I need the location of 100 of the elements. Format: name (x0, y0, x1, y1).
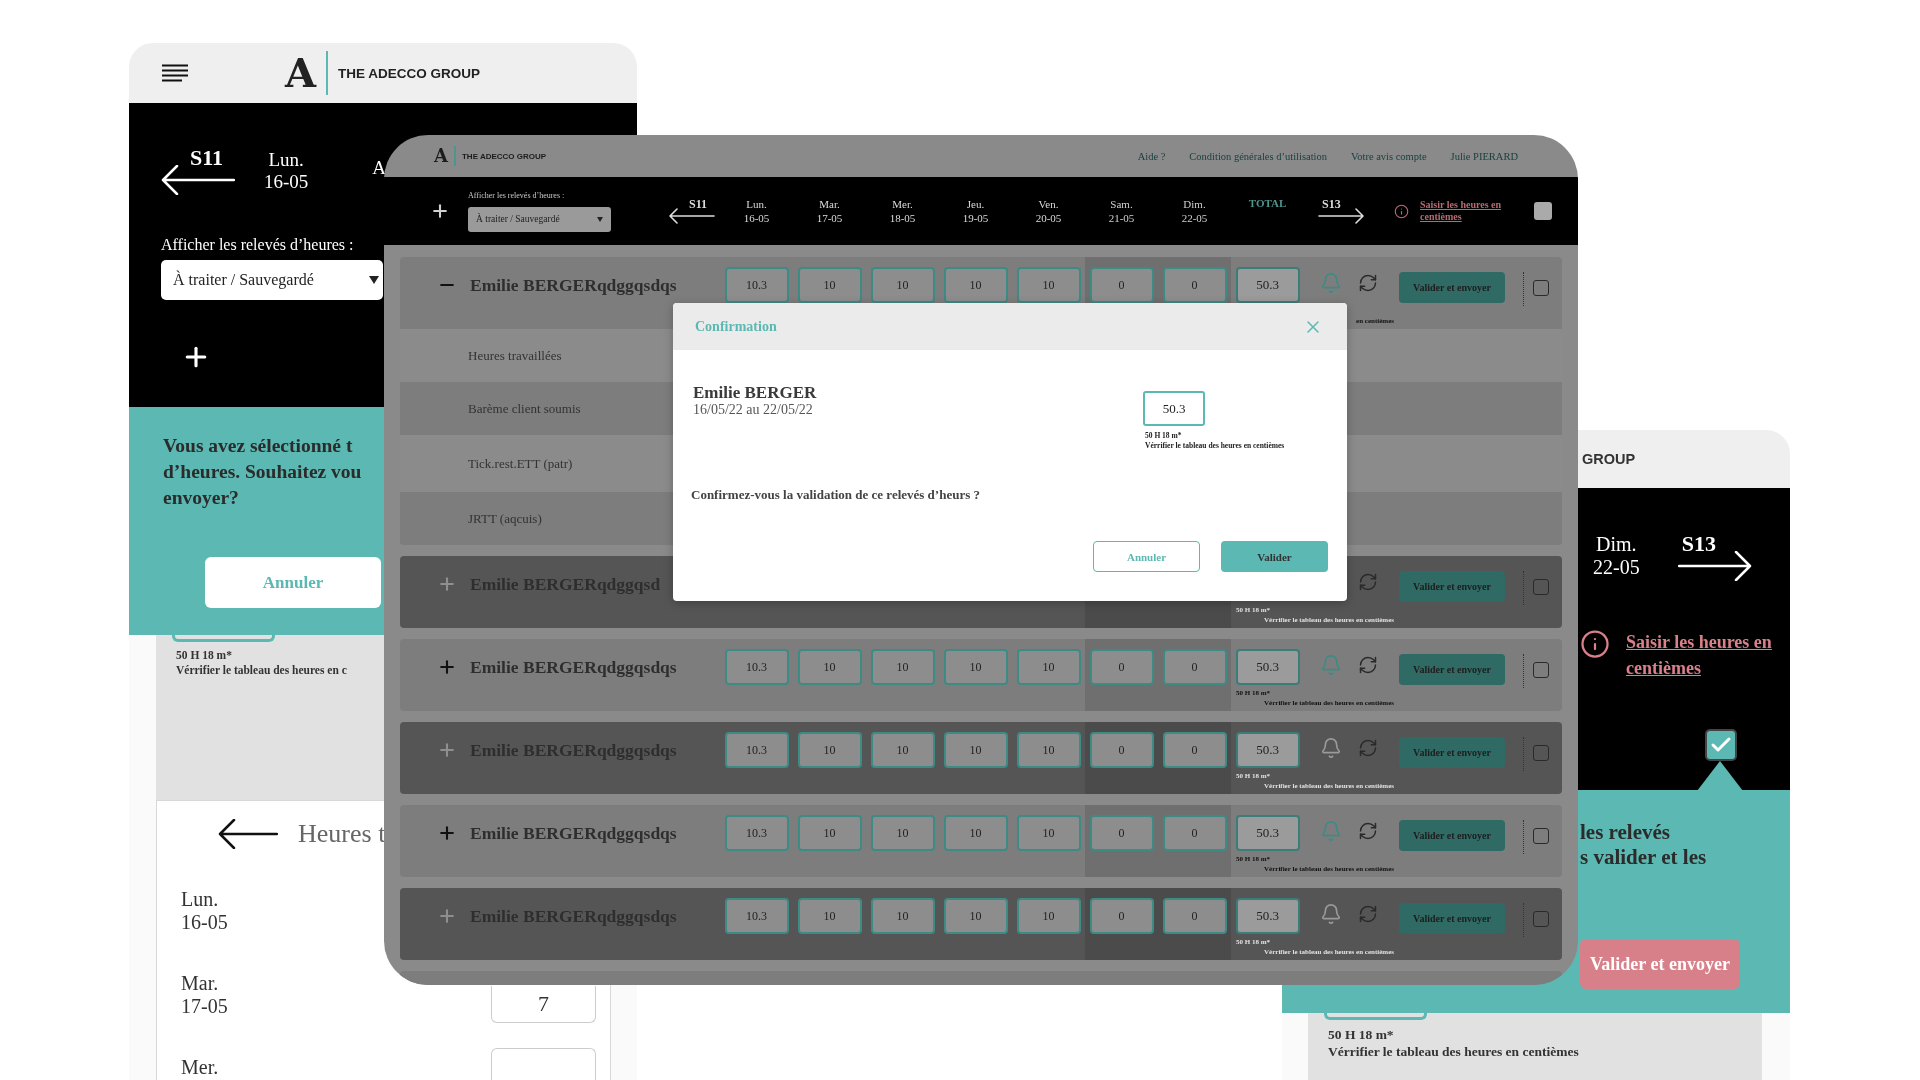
row-checkbox[interactable] (1533, 662, 1549, 678)
hours-field[interactable]: 7 (491, 986, 596, 1023)
next-week-button[interactable]: S13 (1677, 533, 1752, 581)
add-icon[interactable] (430, 201, 450, 221)
expand-icon[interactable] (437, 823, 457, 843)
employee-name: Emilie BERGERqdggqsdqs (470, 274, 677, 297)
row-checkbox[interactable] (1533, 828, 1549, 844)
total-field[interactable]: 50.3 (1235, 649, 1300, 685)
logo-text: THE ADECCO GROUP (338, 65, 481, 81)
hours-field[interactable]: 10 (1016, 267, 1081, 303)
total-field[interactable]: 50.3 (1235, 815, 1300, 851)
previous-week-button[interactable]: S11 (161, 147, 235, 195)
day-label: Jeu. (966, 197, 985, 211)
date-label: 16-05 (264, 171, 309, 193)
select-all-checkbox[interactable] (1534, 202, 1552, 220)
filter-label: Afficher les relevés d’heures : (161, 236, 354, 254)
day-label: Sam. (1110, 197, 1133, 211)
logo-text: THE ADECCO GROUP (461, 151, 547, 161)
filter-select[interactable]: À traiter / Sauvegardé (468, 206, 611, 232)
hours-field[interactable]: 10 (943, 649, 1008, 685)
hours-field[interactable]: 10 (797, 649, 862, 685)
header-link[interactable]: Votre avis compte (1351, 150, 1427, 162)
hours-field[interactable]: 10 (1016, 649, 1081, 685)
dialog-title: Confirmation (695, 318, 777, 335)
refresh-icon[interactable] (1358, 273, 1378, 293)
validate-send-button[interactable]: Valider et envoyer (1399, 820, 1505, 851)
hours-field[interactable]: 10 (797, 815, 862, 851)
day-label: Mer. (892, 197, 913, 211)
detail-label: Barème client soumis (468, 400, 581, 417)
next-week-button[interactable]: S13 (1318, 198, 1365, 224)
dropdown-caret-icon (369, 276, 379, 284)
period-text: 16/05/22 au 22/05/22 (693, 402, 813, 418)
hours-field[interactable]: 10 (797, 267, 862, 303)
validate-send-button[interactable]: Valider et envoyer (1399, 272, 1505, 303)
expand-icon[interactable] (437, 657, 457, 677)
hours-field[interactable] (491, 1048, 596, 1080)
filter-select[interactable]: À traiter / Sauvegardé (161, 260, 383, 300)
hours-field[interactable]: 0 (1089, 267, 1154, 303)
logo-mark: A (285, 53, 317, 93)
employee-name: Emilie BERGERqdggqsdqs (470, 822, 677, 845)
select-all-checkbox[interactable] (1705, 729, 1737, 761)
total-hours-text: 50 H 18 m* (176, 648, 232, 663)
hours-field[interactable]: 0 (1089, 815, 1154, 851)
date-label: 22-05 (1593, 556, 1640, 579)
hours-field[interactable]: 10.3 (724, 649, 789, 685)
hours-field[interactable]: 0 (1089, 649, 1154, 685)
logo-divider (326, 51, 329, 95)
day-label: Dim. (1183, 197, 1206, 211)
hours-field[interactable]: 10 (870, 649, 935, 685)
row-checkbox[interactable] (1533, 280, 1549, 296)
day-label: Mer. (181, 1056, 219, 1079)
prompt-text: les relevés s valider et les (1580, 820, 1707, 870)
arrow-left-icon (668, 208, 715, 224)
header-link[interactable]: Condition générales d’utilisation (1189, 150, 1327, 162)
day-label: Mar. (181, 972, 220, 995)
hours-field[interactable]: 10 (1016, 815, 1081, 851)
arrow-right-icon (1318, 208, 1365, 224)
menu-icon[interactable] (162, 64, 188, 82)
day-label: Lun. (181, 888, 220, 911)
logo-mark: A (434, 147, 448, 165)
logo-text: GROUP (1582, 451, 1636, 467)
date-label: 20-05 (1035, 211, 1062, 225)
hours-field[interactable]: 0 (1162, 267, 1227, 303)
total-hours-text: 50 H 18 m* (1328, 1026, 1394, 1043)
arrow-right-icon (1677, 551, 1752, 581)
arrow-left-icon (161, 165, 235, 195)
info-icon (1394, 203, 1409, 219)
previous-week-button[interactable]: S11 (668, 198, 715, 224)
total-field[interactable] (172, 635, 275, 642)
date-label: 22-05 (1181, 211, 1208, 225)
filter-label: Afficher les relevés d’heures : (468, 190, 566, 201)
hours-field[interactable]: 0 (1162, 815, 1227, 851)
detail-label: JRTT (aqcuis) (468, 510, 542, 527)
total-field[interactable]: 50.3 (1235, 267, 1300, 303)
hint-link[interactable]: Saisir les heures en centièmes (1420, 199, 1510, 223)
detail-label: Heures travaillées (468, 347, 562, 364)
hours-field[interactable]: 10 (870, 815, 935, 851)
refresh-icon[interactable] (1358, 821, 1378, 841)
back-arrow-icon (218, 819, 278, 849)
hours-field[interactable]: 10 (943, 815, 1008, 851)
submit-button[interactable]: Valider et envoyer (1580, 939, 1740, 989)
prompt-text: Vous avez sélectionné t d’heures. Souhaitez vou envoyer? (163, 434, 362, 510)
hours-field[interactable]: 10.3 (724, 815, 789, 851)
hours-field[interactable]: 10 (870, 267, 935, 303)
total-field[interactable]: 50.3 (1143, 391, 1205, 426)
total-field[interactable] (1324, 1013, 1427, 1020)
total-label: TOTAL (1248, 197, 1287, 211)
refresh-icon[interactable] (1358, 655, 1378, 675)
validate-send-button[interactable]: Valider et envoyer (1399, 654, 1505, 685)
hint-link[interactable]: Saisir les heures en centièmes (1626, 629, 1776, 681)
date-label: 18-05 (889, 211, 916, 225)
hint-text: Vérrifier le tableau des heures en centièmes (1328, 1043, 1579, 1060)
hours-field[interactable]: 10 (943, 267, 1008, 303)
day-label: Ven. (1038, 197, 1059, 211)
hours-field[interactable]: 0 (1162, 649, 1227, 685)
hours-field[interactable]: 10.3 (724, 267, 789, 303)
confirm-button[interactable]: Valider (1221, 541, 1328, 572)
header-link[interactable]: Julie PIERARD (1450, 150, 1518, 162)
header-link[interactable]: Aide ? (1137, 150, 1166, 162)
hint-text: Vérrifier le tableau des heures en c (176, 663, 347, 678)
